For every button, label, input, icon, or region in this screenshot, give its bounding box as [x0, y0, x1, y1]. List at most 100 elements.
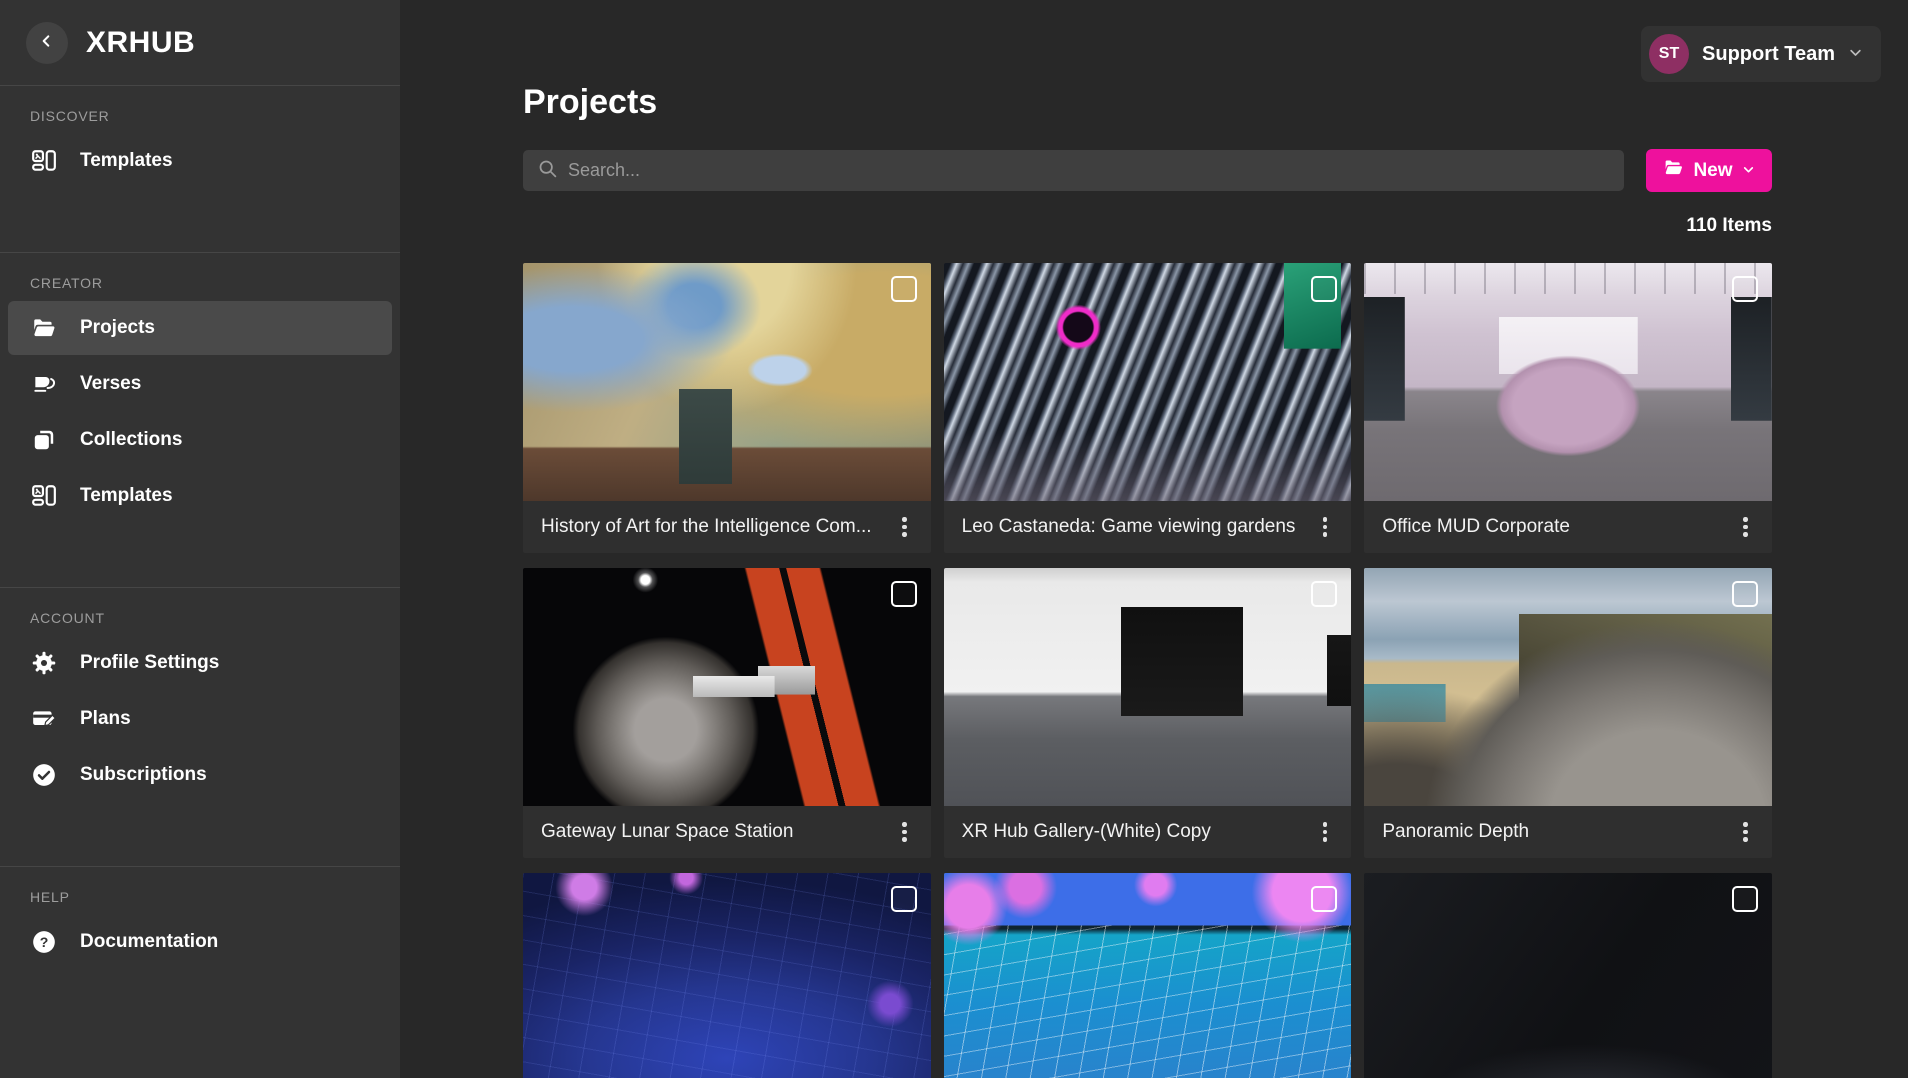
controls-row: New	[523, 149, 1772, 192]
kebab-menu-button[interactable]	[1733, 509, 1758, 545]
sidebar-item-subscriptions[interactable]: Subscriptions	[8, 748, 392, 802]
kebab-dot	[1743, 830, 1748, 835]
chevron-down-icon	[1742, 160, 1755, 182]
items-count: 110 Items	[523, 215, 1772, 237]
kebab-dot	[902, 837, 907, 842]
kebab-menu-button[interactable]	[892, 814, 917, 850]
project-thumbnail-lunar-station[interactable]	[523, 568, 931, 806]
project-card[interactable]	[944, 873, 1352, 1078]
chevron-down-icon	[1848, 45, 1863, 63]
project-thumbnail-beach-panorama[interactable]	[1364, 568, 1772, 806]
sidebar-item-templates[interactable]: Templates	[8, 134, 392, 188]
app-root: XRHUB DISCOVERTemplatesCREATORProjectsVe…	[0, 0, 1908, 1078]
kebab-dot	[1323, 837, 1328, 842]
user-name: Support Team	[1702, 43, 1835, 66]
folder-open-icon	[30, 314, 58, 342]
sidebar-section-label: ACCOUNT	[30, 610, 400, 626]
select-checkbox[interactable]	[1311, 276, 1337, 302]
search-input[interactable]	[568, 160, 1610, 181]
project-thumbnail-chrome-swirl[interactable]	[944, 263, 1352, 501]
new-button-label: New	[1693, 160, 1732, 182]
project-card[interactable]	[523, 873, 931, 1078]
kebab-dot	[902, 517, 907, 522]
kebab-dot	[1743, 517, 1748, 522]
project-card[interactable]: History of Art for the Intelligence Com.…	[523, 263, 931, 553]
sidebar-item-projects[interactable]: Projects	[8, 301, 392, 355]
collapse-sidebar-button[interactable]	[26, 22, 68, 64]
project-card[interactable]: Gateway Lunar Space Station	[523, 568, 931, 858]
search-bar[interactable]	[523, 150, 1624, 191]
sidebar-item-profile-settings[interactable]: Profile Settings	[8, 636, 392, 690]
project-card[interactable]: Panoramic Depth	[1364, 568, 1772, 858]
card-footer: Leo Castaneda: Game viewing gardens	[944, 501, 1352, 553]
project-card[interactable]: XR Hub Gallery-(White) Copy	[944, 568, 1352, 858]
new-button[interactable]: New	[1646, 149, 1772, 192]
verses-icon	[30, 370, 58, 398]
sidebar: XRHUB DISCOVERTemplatesCREATORProjectsVe…	[0, 0, 400, 1078]
project-title: Office MUD Corporate	[1382, 516, 1570, 538]
project-title: Leo Castaneda: Game viewing gardens	[962, 516, 1296, 538]
select-checkbox[interactable]	[1311, 581, 1337, 607]
kebab-menu-button[interactable]	[1733, 814, 1758, 850]
brand-logo: XRHUB	[86, 26, 195, 60]
sidebar-nav: DISCOVERTemplatesCREATORProjectsVersesCo…	[0, 85, 400, 1033]
project-title: Gateway Lunar Space Station	[541, 821, 793, 843]
project-card[interactable]: Office MUD Corporate	[1364, 263, 1772, 553]
project-card[interactable]: Leo Castaneda: Game viewing gardens	[944, 263, 1352, 553]
sidebar-item-templates[interactable]: Templates	[8, 469, 392, 523]
sidebar-section-label: HELP	[30, 889, 400, 905]
project-thumbnail-neon-dome[interactable]	[523, 873, 931, 1078]
select-checkbox[interactable]	[1732, 276, 1758, 302]
kebab-dot	[1323, 517, 1328, 522]
project-card[interactable]	[1364, 873, 1772, 1078]
sidebar-section: HELP? Documentation	[0, 866, 400, 1033]
sidebar-item-documentation[interactable]: ? Documentation	[8, 915, 392, 969]
card-footer: XR Hub Gallery-(White) Copy	[944, 806, 1352, 858]
sidebar-item-label: Collections	[80, 429, 182, 451]
kebab-dot	[1743, 837, 1748, 842]
card-footer: History of Art for the Intelligence Com.…	[523, 501, 931, 553]
kebab-dot	[1323, 532, 1328, 537]
kebab-menu-button[interactable]	[1313, 509, 1338, 545]
sidebar-section: DISCOVERTemplates	[0, 85, 400, 252]
templates-icon	[30, 482, 58, 510]
kebab-menu-button[interactable]	[1313, 814, 1338, 850]
project-thumbnail-corporate-office[interactable]	[1364, 263, 1772, 501]
sidebar-item-label: Templates	[80, 150, 173, 172]
check-circle-icon	[30, 761, 58, 789]
kebab-menu-button[interactable]	[892, 509, 917, 545]
collections-icon	[30, 426, 58, 454]
card-footer: Gateway Lunar Space Station	[523, 806, 931, 858]
sidebar-item-collections[interactable]: Collections	[8, 413, 392, 467]
select-checkbox[interactable]	[891, 276, 917, 302]
project-thumbnail-dark-room[interactable]	[1364, 873, 1772, 1078]
sidebar-item-verses[interactable]: Verses	[8, 357, 392, 411]
sidebar-item-label: Profile Settings	[80, 652, 219, 674]
card-footer: Office MUD Corporate	[1364, 501, 1772, 553]
kebab-dot	[1323, 830, 1328, 835]
kebab-dot	[902, 830, 907, 835]
project-title: Panoramic Depth	[1382, 821, 1529, 843]
select-checkbox[interactable]	[1732, 581, 1758, 607]
select-checkbox[interactable]	[1732, 886, 1758, 912]
project-thumbnail-white-gallery[interactable]	[944, 568, 1352, 806]
chevron-left-icon	[39, 33, 55, 52]
select-checkbox[interactable]	[891, 581, 917, 607]
sidebar-item-label: Verses	[80, 373, 141, 395]
gear-icon	[30, 649, 58, 677]
select-checkbox[interactable]	[1311, 886, 1337, 912]
templates-icon	[30, 147, 58, 175]
kebab-dot	[1323, 525, 1328, 530]
project-title: History of Art for the Intelligence Com.…	[541, 516, 872, 538]
project-thumbnail-fresco-room[interactable]	[523, 263, 931, 501]
folder-open-icon	[1663, 157, 1684, 184]
sidebar-item-plans[interactable]: Plans	[8, 692, 392, 746]
kebab-dot	[902, 532, 907, 537]
project-thumbnail-vaporwave-palms[interactable]	[944, 873, 1352, 1078]
kebab-dot	[1743, 525, 1748, 530]
sidebar-section: ACCOUNT Profile Settings PlansSubscription…	[0, 587, 400, 866]
question-circle-icon: ?	[30, 928, 58, 956]
user-menu-button[interactable]: ST Support Team	[1641, 26, 1881, 82]
select-checkbox[interactable]	[891, 886, 917, 912]
sidebar-item-label: Documentation	[80, 931, 218, 953]
